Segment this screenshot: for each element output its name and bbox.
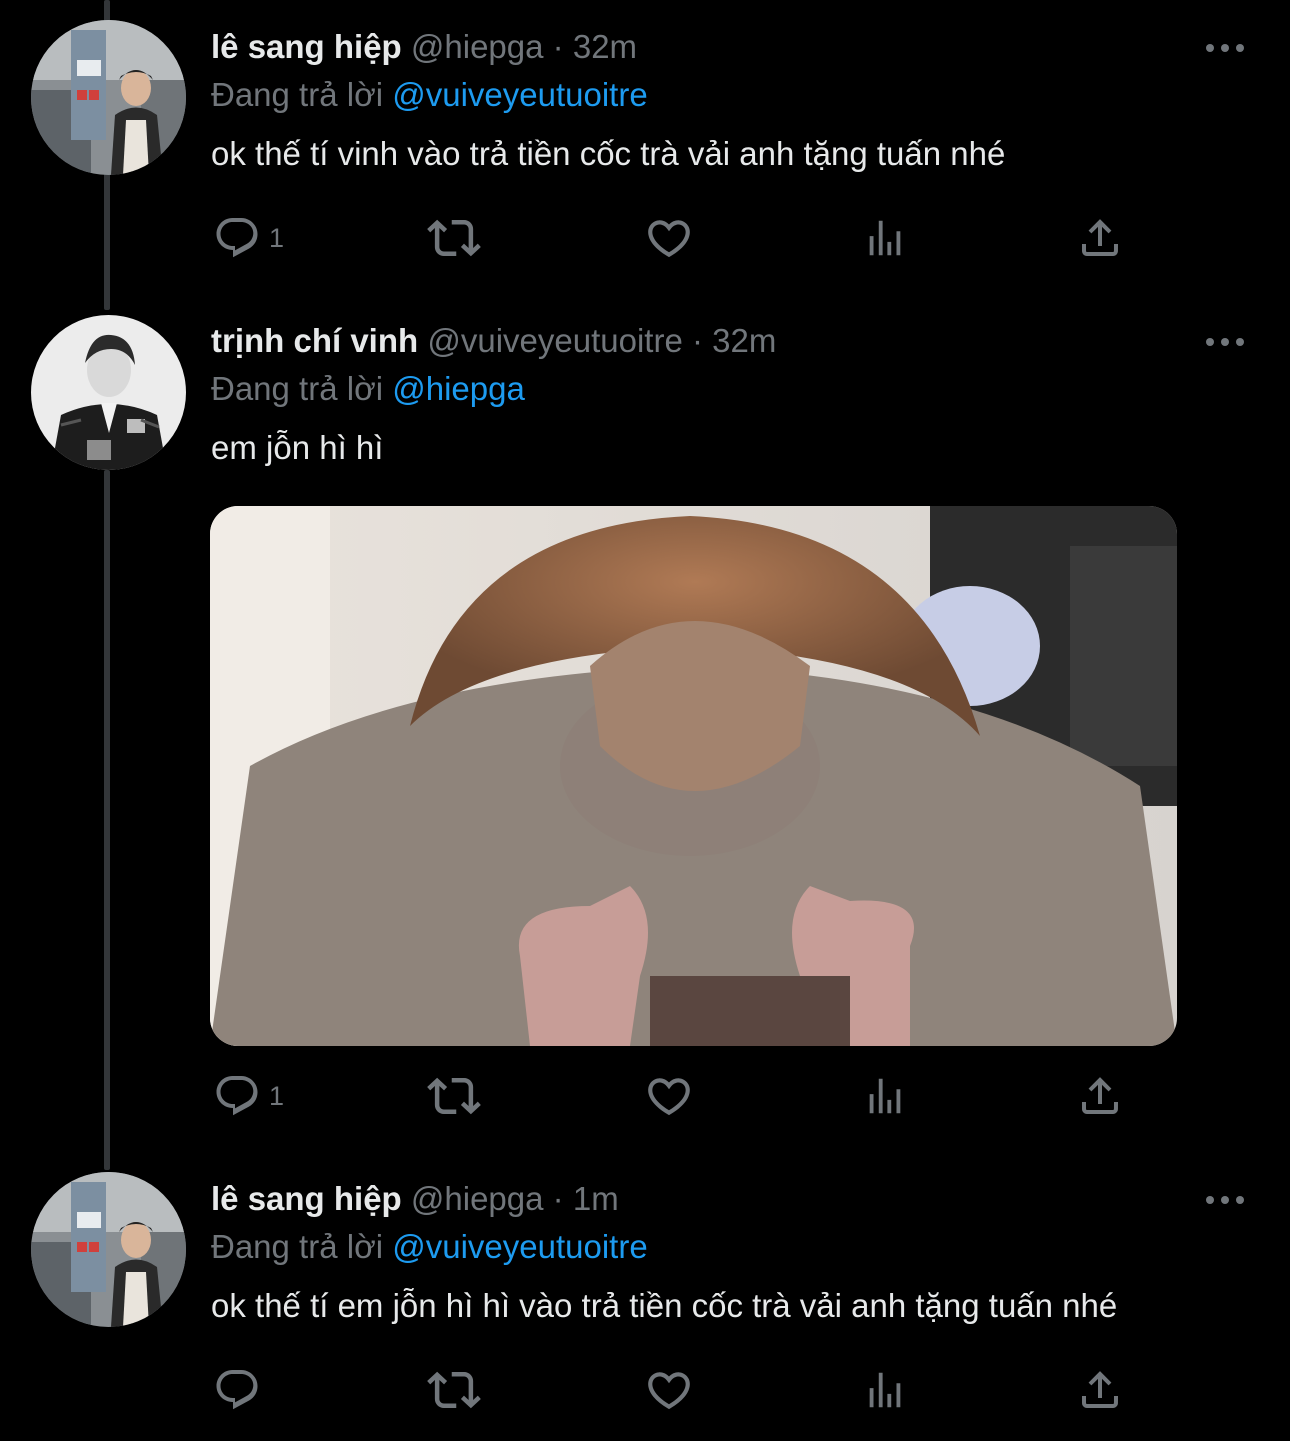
heart-icon: [648, 1078, 690, 1116]
retweet-button[interactable]: [427, 1360, 481, 1420]
more-icon: [1206, 338, 1214, 346]
share-icon: [1082, 1077, 1118, 1114]
tweet-header: lê sang hiệp @hiepga · 32m: [211, 27, 1250, 67]
reply-count: 1: [269, 1080, 285, 1111]
reply-button[interactable]: 1: [213, 1066, 284, 1126]
display-name[interactable]: trịnh chí vinh: [211, 322, 418, 359]
tweet[interactable]: trịnh chí vinh @vuiveyeutuoitre · 32m Đa…: [0, 295, 1290, 1145]
like-button[interactable]: [644, 208, 694, 268]
like-button[interactable]: [644, 1360, 694, 1420]
more-button[interactable]: [1206, 321, 1246, 361]
replying-label: Đang trả lời: [211, 370, 384, 407]
analytics-icon: [869, 1078, 901, 1114]
more-icon: [1221, 1196, 1229, 1204]
share-button[interactable]: [1076, 1360, 1124, 1420]
views-button[interactable]: [862, 1360, 908, 1420]
share-icon: [1082, 219, 1118, 256]
analytics-icon: [869, 220, 901, 256]
display-name[interactable]: lê sang hiệp: [211, 1180, 402, 1217]
conversation-thread: lê sang hiệp @hiepga · 32m Đang trả lời …: [0, 0, 1290, 1441]
reply-icon: [216, 1076, 258, 1116]
avatar-image: [31, 315, 186, 470]
more-icon: [1221, 44, 1229, 52]
more-icon: [1206, 44, 1214, 52]
reply-icon: [216, 1370, 258, 1410]
user-handle[interactable]: @vuiveyeutuoitre: [427, 322, 682, 359]
tweet-media-image[interactable]: [210, 506, 1177, 1046]
retweet-button[interactable]: [427, 208, 481, 268]
more-icon: [1206, 1196, 1214, 1204]
timestamp[interactable]: 32m: [573, 28, 637, 65]
separator: ·: [552, 28, 564, 65]
views-button[interactable]: [862, 208, 908, 268]
mention-link[interactable]: @vuiveyeutuoitre: [392, 1228, 647, 1265]
more-button[interactable]: [1206, 1179, 1246, 1219]
more-icon: [1236, 1196, 1244, 1204]
reply-button[interactable]: 1: [213, 208, 284, 268]
replying-label: Đang trả lời: [211, 76, 384, 113]
timestamp[interactable]: 32m: [712, 322, 776, 359]
avatar-image: [31, 20, 186, 175]
separator: ·: [691, 322, 703, 359]
display-name[interactable]: lê sang hiệp: [211, 28, 402, 65]
tweet[interactable]: lê sang hiệp @hiepga · 1m Đang trả lời @…: [0, 1152, 1290, 1441]
reply-count: 1: [269, 222, 285, 253]
avatar[interactable]: [31, 315, 186, 470]
reply-button[interactable]: [213, 1360, 269, 1420]
media-photo: [210, 506, 1177, 1046]
tweet-text: ok thế tí em jỗn hì hì vào trả tiền cốc …: [211, 1287, 1118, 1324]
tweet-text: em jỗn hì hì: [211, 429, 384, 466]
heart-icon: [648, 220, 690, 258]
retweet-icon: [427, 1371, 481, 1409]
replying-to: Đang trả lời @vuiveyeutuoitre: [211, 75, 1250, 115]
tweet-header: trịnh chí vinh @vuiveyeutuoitre · 32m: [211, 321, 1250, 361]
tweet-actions: [0, 1360, 1290, 1420]
mention-link[interactable]: @hiepga: [392, 370, 525, 407]
retweet-icon: [427, 1077, 481, 1115]
replying-to: Đang trả lời @hiepga: [211, 369, 1250, 409]
tweet-actions: 1: [0, 1066, 1290, 1126]
user-handle[interactable]: @hiepga: [411, 28, 544, 65]
replying-to: Đang trả lời @vuiveyeutuoitre: [211, 1227, 1250, 1267]
share-button[interactable]: [1076, 208, 1124, 268]
analytics-icon: [869, 1372, 901, 1408]
mention-link[interactable]: @vuiveyeutuoitre: [392, 76, 647, 113]
more-icon: [1236, 338, 1244, 346]
timestamp[interactable]: 1m: [573, 1180, 619, 1217]
replying-label: Đang trả lời: [211, 1228, 384, 1265]
retweet-button[interactable]: [427, 1066, 481, 1126]
share-button[interactable]: [1076, 1066, 1124, 1126]
avatar[interactable]: [31, 20, 186, 175]
more-button[interactable]: [1206, 27, 1246, 67]
like-button[interactable]: [644, 1066, 694, 1126]
tweet-text: ok thế tí vinh vào trả tiền cốc trà vải …: [211, 135, 1006, 172]
separator: ·: [552, 1180, 564, 1217]
avatar[interactable]: [31, 1172, 186, 1327]
more-icon: [1236, 44, 1244, 52]
reply-icon: [216, 218, 258, 258]
tweet-actions: 1: [0, 208, 1290, 268]
heart-icon: [648, 1372, 690, 1410]
share-icon: [1082, 1371, 1118, 1408]
more-icon: [1221, 338, 1229, 346]
views-button[interactable]: [862, 1066, 908, 1126]
tweet[interactable]: lê sang hiệp @hiepga · 32m Đang trả lời …: [0, 0, 1290, 300]
retweet-icon: [427, 219, 481, 257]
tweet-header: lê sang hiệp @hiepga · 1m: [211, 1179, 1250, 1219]
user-handle[interactable]: @hiepga: [411, 1180, 544, 1217]
avatar-image: [31, 1172, 186, 1327]
